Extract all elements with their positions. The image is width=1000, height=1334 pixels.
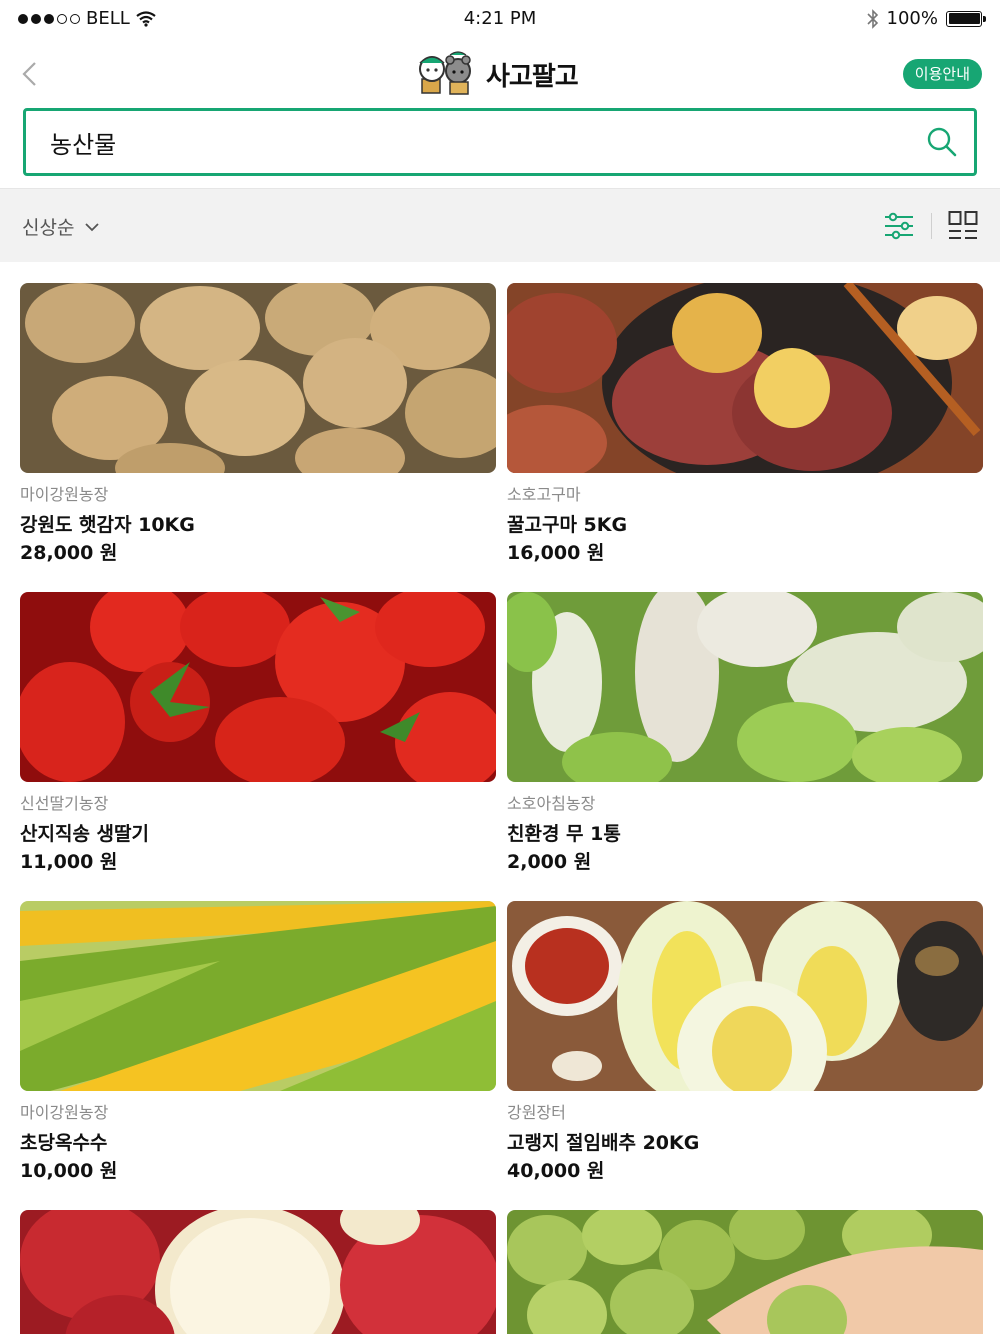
battery-icon xyxy=(946,10,986,27)
product-image-potatoes xyxy=(20,283,496,473)
product-price: 10,000 원 xyxy=(20,1160,118,1182)
product-image-radishes xyxy=(507,592,983,782)
sort-label: 신상순 xyxy=(22,217,75,239)
product-name: 고랭지 절임배추 20KG xyxy=(507,1132,700,1154)
product-card[interactable]: 신선딸기농장 산지직송 생딸기 11,000 원 xyxy=(20,592,496,874)
search-icon[interactable] xyxy=(926,126,958,158)
product-image-corn xyxy=(20,901,496,1091)
search-box xyxy=(23,108,977,176)
battery-percentage: 100% xyxy=(886,8,938,29)
status-time: 4:21 PM xyxy=(463,8,537,29)
bluetooth-icon xyxy=(866,8,878,29)
product-price: 2,000 원 xyxy=(507,851,592,873)
product-card[interactable]: 소호고구마 꿀고구마 5KG 16,000 원 xyxy=(507,283,983,565)
mascot-icon xyxy=(419,51,471,95)
product-name: 꿀고구마 5KG xyxy=(507,514,628,536)
product-image-apples xyxy=(20,1210,496,1334)
seller-name: 소호아침농장 xyxy=(507,794,596,813)
product-name: 산지직송 생딸기 xyxy=(20,823,149,845)
product-card[interactable]: 소호아침농장 친환경 무 1통 2,000 원 xyxy=(507,592,983,874)
app-logo[interactable]: 사고팔고 xyxy=(414,50,579,98)
product-image-napa-cabbage xyxy=(507,901,983,1091)
product-card[interactable] xyxy=(20,1210,496,1334)
back-chevron-icon[interactable] xyxy=(16,58,46,90)
product-price: 40,000 원 xyxy=(507,1160,605,1182)
nav-bar: 사고팔고 이용안내 xyxy=(0,44,1000,104)
product-name: 강원도 햇감자 10KG xyxy=(20,514,195,536)
search-input[interactable] xyxy=(50,111,910,173)
seller-name: 마이강원농장 xyxy=(20,485,109,504)
filter-sliders-icon[interactable] xyxy=(884,210,914,242)
seller-name: 신선딸기농장 xyxy=(20,794,109,813)
product-image-sweet-potatoes xyxy=(507,283,983,473)
product-price: 16,000 원 xyxy=(507,542,605,564)
product-name: 친환경 무 1통 xyxy=(507,823,621,845)
product-price: 11,000 원 xyxy=(20,851,118,873)
seller-name: 마이강원농장 xyxy=(20,1103,109,1122)
sort-dropdown[interactable]: 신상순 xyxy=(22,213,100,240)
filter-bar: 신상순 xyxy=(0,188,1000,262)
product-name: 초당옥수수 xyxy=(20,1132,108,1154)
chevron-down-icon xyxy=(85,222,100,231)
logo-text: 사고팔고 xyxy=(486,61,579,92)
seller-name: 강원장터 xyxy=(507,1103,566,1122)
seller-name: 소호고구마 xyxy=(507,485,581,504)
status-bar: BELL 4:21 PM 100% xyxy=(0,0,1000,36)
grid-view-icon[interactable] xyxy=(948,210,978,242)
product-image-green-plums xyxy=(507,1210,983,1334)
product-card[interactable]: 마이강원농장 초당옥수수 10,000 원 xyxy=(20,901,496,1183)
product-price: 28,000 원 xyxy=(20,542,118,564)
product-image-strawberries xyxy=(20,592,496,782)
product-card[interactable]: 강원장터 고랭지 절임배추 20KG 40,000 원 xyxy=(507,901,983,1183)
status-right: 100% xyxy=(866,8,986,29)
filter-divider xyxy=(931,213,932,239)
product-card[interactable] xyxy=(507,1210,983,1334)
product-card[interactable]: 마이강원농장 강원도 햇감자 10KG 28,000 원 xyxy=(20,283,496,565)
info-button[interactable]: 이용안내 xyxy=(902,59,982,89)
